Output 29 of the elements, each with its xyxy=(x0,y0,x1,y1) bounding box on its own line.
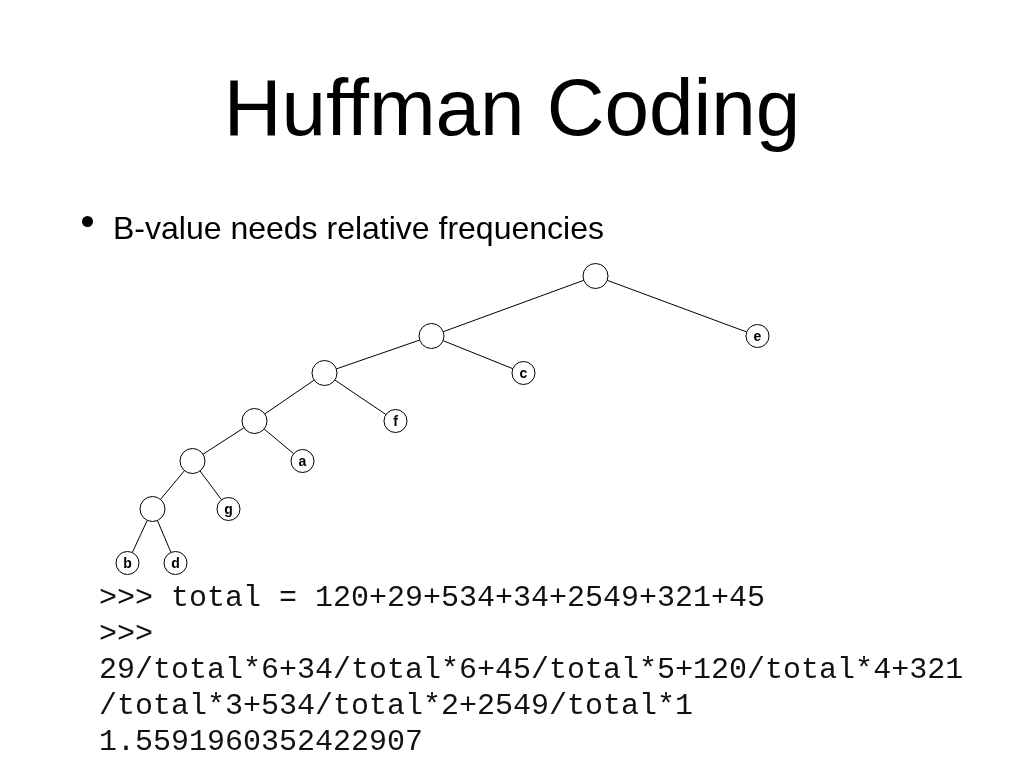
leaf-node: f xyxy=(383,409,408,433)
leaf-node: d xyxy=(163,551,188,575)
tree-node xyxy=(179,448,206,474)
bullet-icon xyxy=(82,216,93,227)
code-line: >>> xyxy=(99,616,153,652)
tree-edge xyxy=(160,470,185,500)
tree-node xyxy=(582,263,609,289)
leaf-node: g xyxy=(216,497,241,521)
tree-edge xyxy=(334,379,387,416)
tree-node xyxy=(311,360,338,386)
code-line: 1.5591960352422907 xyxy=(99,724,424,760)
leaf-node: a xyxy=(290,449,315,473)
tree-node xyxy=(241,408,268,434)
tree-edge xyxy=(202,427,245,455)
tree-edge xyxy=(156,520,172,553)
leaf-node: e xyxy=(745,324,770,348)
tree-edge xyxy=(263,428,295,455)
tree-edge xyxy=(442,340,514,370)
leaf-node: b xyxy=(115,551,140,575)
bullet-text: B-value needs relative frequencies xyxy=(113,210,604,247)
tree-edge xyxy=(264,379,315,415)
tree-edge xyxy=(131,519,148,554)
tree-node xyxy=(139,496,166,522)
tree-node xyxy=(418,323,445,349)
tree-edge xyxy=(199,470,223,501)
code-line: /total*3+534/total*2+2549/total*1 xyxy=(99,688,694,724)
code-line: 29/total*6+34/total*6+45/total*5+120/total*4+321 xyxy=(99,652,964,688)
code-line: >>> total = 120+29+534+34+2549+321+45 xyxy=(99,580,766,616)
leaf-node: c xyxy=(511,361,536,385)
